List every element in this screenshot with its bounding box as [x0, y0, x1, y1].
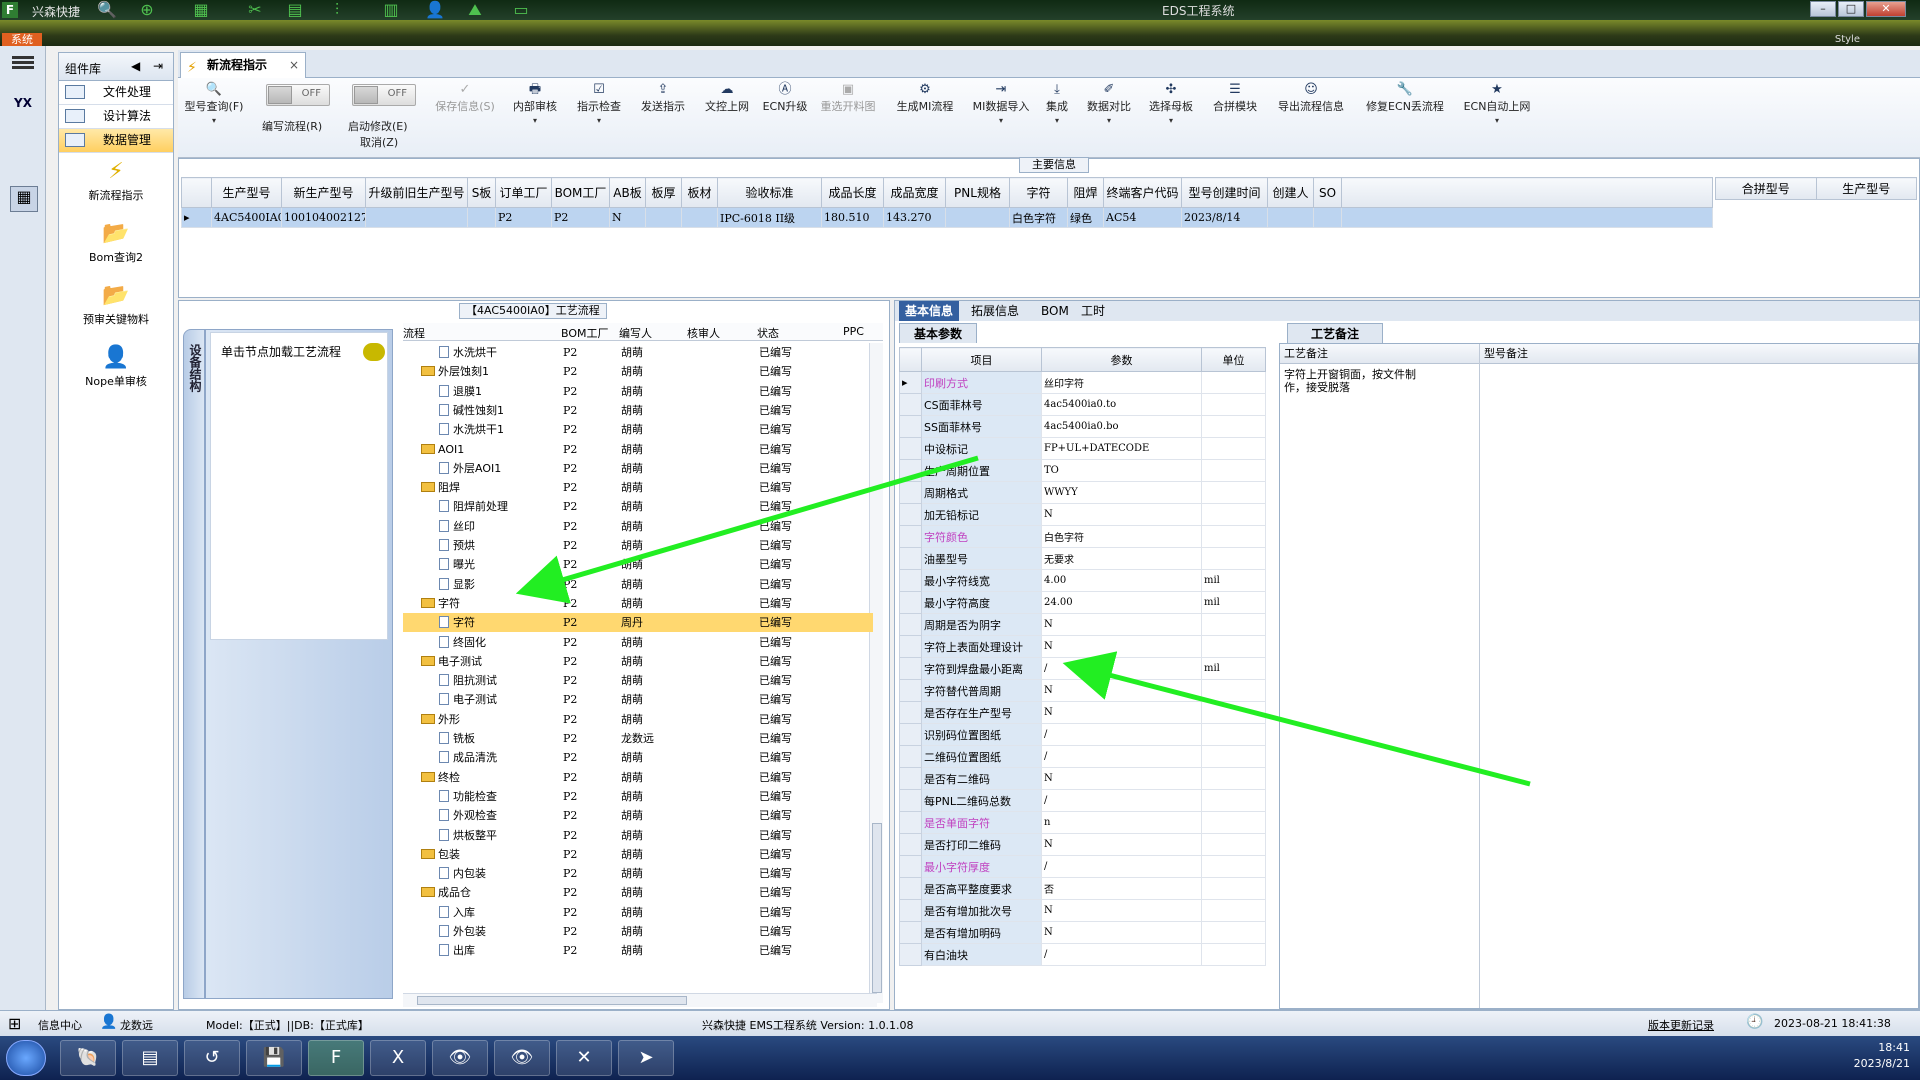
model-db-status: Model:【正式】||DB:【正式库】: [206, 1019, 369, 1032]
person-icon: 👤: [100, 1014, 118, 1030]
current-user: 龙数远: [120, 1019, 153, 1032]
info-center-link[interactable]: 信息中心: [38, 1017, 82, 1033]
tray-date: 2023/8/21: [1853, 1057, 1910, 1070]
viewer-app-icon[interactable]: 👁: [432, 1040, 488, 1076]
save-app-icon[interactable]: 💾: [246, 1040, 302, 1076]
version-info: 兴森快捷 EMS工程系统 Version: 1.0.1.08: [702, 1019, 914, 1032]
start-button[interactable]: [6, 1040, 46, 1076]
system-tray[interactable]: 18:41 2023/8/21: [1810, 1040, 1910, 1076]
status-datetime: 2023-08-21 18:41:38: [1774, 1017, 1891, 1030]
clock-icon: 🕘: [1746, 1014, 1764, 1030]
arrow-app-icon[interactable]: ➤: [618, 1040, 674, 1076]
windows-grid-icon[interactable]: ⊞: [8, 1014, 21, 1033]
shell-app-icon[interactable]: 🐚: [60, 1040, 116, 1076]
viewer2-app-icon[interactable]: 👁: [494, 1040, 550, 1076]
taskbar: 🐚 ▤ ↺ 💾 F X 👁 👁 ✕ ➤ 18:41 2023/8/21: [0, 1036, 1920, 1080]
annotation-arrows: [515, 455, 1531, 787]
x-app-icon[interactable]: ✕: [556, 1040, 612, 1076]
eds-app-icon[interactable]: F: [308, 1040, 364, 1076]
arrow-to-param-row: [1062, 651, 1531, 787]
arrow-to-char-node: [515, 455, 979, 604]
red-app-icon[interactable]: ↺: [184, 1040, 240, 1076]
tray-time: 18:41: [1878, 1041, 1910, 1054]
notepad-app-icon[interactable]: ▤: [122, 1040, 178, 1076]
excel-app-icon[interactable]: X: [370, 1040, 426, 1076]
status-bar: ⊞ 信息中心 👤 龙数远 Model:【正式】||DB:【正式库】 兴森快捷 E…: [0, 1010, 1920, 1036]
changelog-link[interactable]: 版本更新记录: [1648, 1017, 1714, 1033]
